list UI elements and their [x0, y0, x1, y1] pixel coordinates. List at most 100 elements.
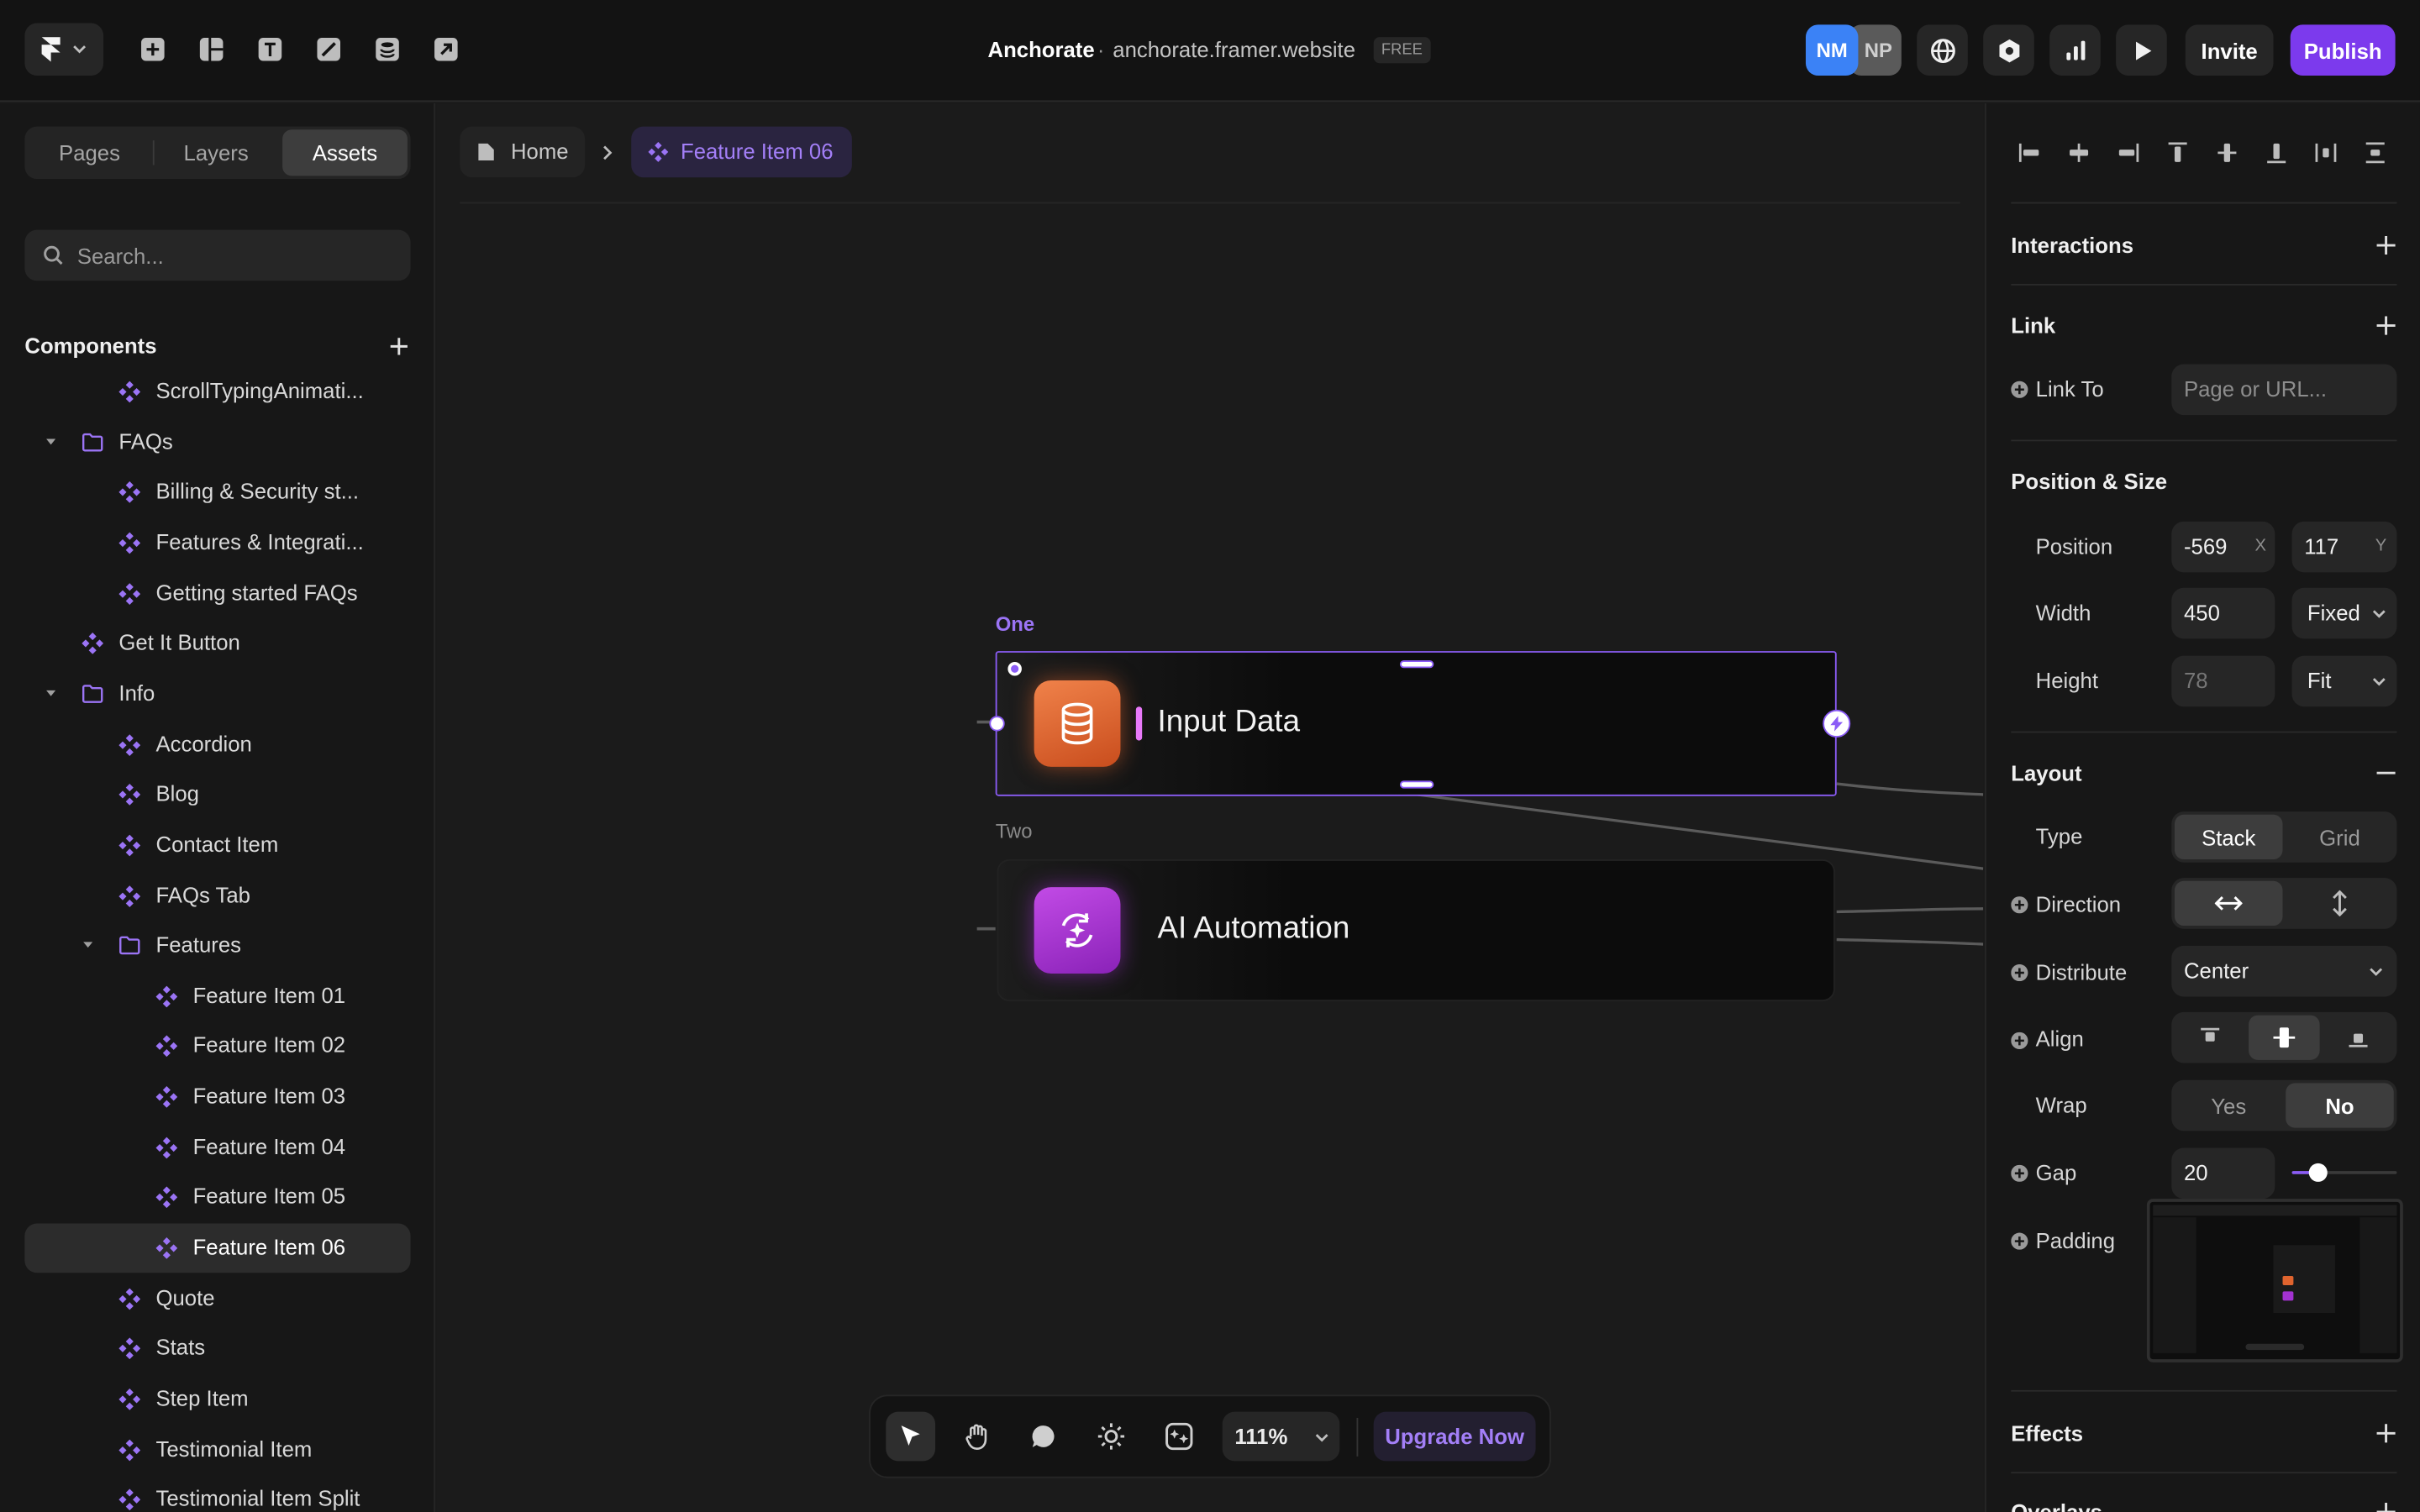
tab-pages[interactable]: Pages [28, 129, 151, 176]
add-component-icon[interactable] [389, 336, 409, 356]
avatar-nm[interactable]: NM [1805, 24, 1859, 76]
plus-circle-icon[interactable] [2011, 896, 2028, 914]
tree-item[interactable]: Step Item [24, 1375, 410, 1425]
invite-button[interactable]: Invite [2185, 24, 2274, 76]
corner-radius-handle[interactable] [1007, 661, 1022, 676]
tree-folder[interactable]: FAQs [24, 417, 410, 467]
tree-item[interactable]: FAQs Tab [24, 871, 410, 921]
tree-item[interactable]: Getting started FAQs [24, 569, 410, 618]
tree-item[interactable]: Billing & Security st... [24, 468, 410, 517]
align-center-option[interactable] [2249, 1015, 2320, 1060]
distribute-horizontal-icon[interactable] [2313, 140, 2338, 165]
variant-two-label[interactable]: Two [996, 819, 1033, 843]
text-button[interactable] [247, 26, 293, 72]
tree-item[interactable]: Feature Item 01 [24, 972, 410, 1021]
align-right-icon[interactable] [2116, 140, 2140, 165]
ai-tool[interactable] [1155, 1412, 1204, 1462]
add-interaction-icon[interactable] [2375, 234, 2397, 256]
add-overlay-icon[interactable] [2375, 1501, 2397, 1512]
tree-item[interactable]: Feature Item 04 [24, 1123, 410, 1173]
link-to-input[interactable]: Page or URL... [2171, 364, 2397, 416]
vector-button[interactable] [306, 26, 352, 72]
collapse-layout-icon[interactable] [2375, 762, 2397, 784]
comment-tool[interactable] [1018, 1412, 1068, 1462]
caret-down-icon[interactable] [45, 686, 57, 699]
resize-handle-left[interactable] [989, 716, 1005, 732]
tree-item[interactable]: Feature Item 02 [24, 1022, 410, 1072]
publish-button[interactable]: Publish [2290, 24, 2396, 76]
type-stack-option[interactable]: Stack [2174, 814, 2283, 860]
direction-horizontal-option[interactable] [2174, 880, 2283, 927]
gap-slider[interactable] [2291, 1163, 2397, 1182]
direction-vertical-option[interactable] [2286, 881, 2394, 926]
zoom-select[interactable]: 111% [1222, 1411, 1340, 1462]
align-center-h-icon[interactable] [2066, 140, 2091, 165]
plus-circle-icon[interactable] [2011, 1164, 2028, 1182]
layout-button[interactable] [188, 26, 234, 72]
position-x-input[interactable]: -569 X [2171, 521, 2275, 573]
tab-layers[interactable]: Layers [155, 129, 278, 176]
resize-handle-bottom[interactable] [1399, 780, 1434, 789]
height-mode-select[interactable]: Fit [2291, 655, 2397, 707]
tree-item[interactable]: Contact Item [24, 821, 410, 870]
tree-folder[interactable]: Info [24, 669, 410, 719]
site-url[interactable]: anchorate.framer.website [1113, 37, 1355, 61]
align-top-icon[interactable] [2165, 140, 2190, 165]
position-y-input[interactable]: 117 Y [2291, 521, 2397, 573]
open-external-button[interactable] [423, 26, 469, 72]
insert-button[interactable] [129, 26, 176, 72]
add-link-icon[interactable] [2375, 315, 2397, 337]
tree-item[interactable]: ScrollTypingAnimati... [24, 367, 410, 417]
canvas[interactable]: Home Feature Item 06 One Input Data Two … [436, 103, 1984, 1512]
tree-item[interactable]: Features & Integrati... [24, 518, 410, 568]
hand-tool[interactable] [952, 1412, 1002, 1462]
gap-input[interactable]: 20 [2171, 1147, 2275, 1200]
upgrade-now-button[interactable]: Upgrade Now [1373, 1411, 1536, 1462]
width-input[interactable]: 450 [2171, 587, 2275, 639]
theme-toggle[interactable] [1086, 1412, 1136, 1462]
caret-down-icon[interactable] [82, 938, 94, 951]
preview-button[interactable] [2116, 24, 2167, 76]
tree-item[interactable]: Blog [24, 770, 410, 820]
tree-item[interactable]: Accordion [24, 720, 410, 769]
align-start-option[interactable] [2175, 1016, 2245, 1060]
tree-item[interactable]: Feature Item 06 [24, 1223, 411, 1273]
plus-circle-icon[interactable] [2011, 381, 2028, 398]
resize-handle-top[interactable] [1399, 660, 1434, 669]
wrap-no-option[interactable]: No [2286, 1083, 2394, 1128]
tree-item[interactable]: Testimonial Item [24, 1425, 410, 1474]
framer-menu-button[interactable] [24, 23, 104, 76]
height-input[interactable]: 78 [2171, 655, 2275, 707]
search-input[interactable] [76, 229, 402, 281]
project-title[interactable]: Anchorate [988, 37, 1095, 61]
width-mode-select[interactable]: Fixed [2291, 587, 2397, 639]
tree-item[interactable]: Feature Item 05 [24, 1173, 410, 1223]
tree-item[interactable]: Feature Item 03 [24, 1073, 410, 1122]
cms-button[interactable] [364, 26, 410, 72]
site-settings-button[interactable] [1917, 24, 1968, 76]
tree-folder[interactable]: Features [24, 921, 410, 971]
wrap-yes-option[interactable]: Yes [2175, 1083, 2283, 1127]
plus-circle-icon[interactable] [2011, 963, 2028, 982]
align-bottom-icon[interactable] [2264, 140, 2288, 165]
type-grid-option[interactable]: Grid [2286, 815, 2394, 859]
plus-circle-icon[interactable] [2011, 1032, 2028, 1049]
tab-assets[interactable]: Assets [282, 129, 408, 176]
caret-down-icon[interactable] [45, 434, 57, 447]
distribute-select[interactable]: Center [2171, 945, 2397, 997]
align-end-option[interactable] [2323, 1016, 2393, 1060]
interaction-handle[interactable] [1823, 709, 1851, 738]
variant-one-label[interactable]: One [996, 612, 1034, 636]
add-effect-icon[interactable] [2375, 1422, 2397, 1444]
gap-slider-knob[interactable] [2308, 1163, 2328, 1182]
plugins-button[interactable] [1983, 24, 2034, 76]
plus-circle-icon[interactable] [2011, 1232, 2028, 1250]
tree-item[interactable]: Get It Button [24, 619, 410, 669]
distribute-vertical-icon[interactable] [2363, 140, 2387, 165]
tree-item[interactable]: Testimonial Item Split [24, 1475, 410, 1512]
card-input-data[interactable]: Input Data [989, 651, 1851, 796]
analytics-button[interactable] [2049, 24, 2101, 76]
select-tool[interactable] [886, 1411, 936, 1462]
align-middle-icon[interactable] [2215, 140, 2239, 165]
tree-item[interactable]: Quote [24, 1274, 410, 1324]
